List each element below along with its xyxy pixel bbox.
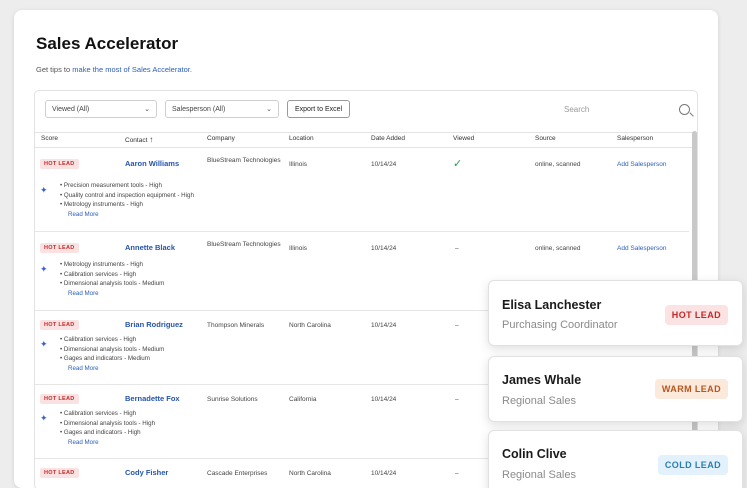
contact-link[interactable]: Bernadette Fox <box>125 394 180 403</box>
interest-item: Gages and indicators - High <box>60 428 155 438</box>
read-more-link[interactable]: Read More <box>60 364 164 374</box>
viewed-cell: – <box>455 245 459 252</box>
date-cell: 10/14/24 <box>371 396 397 403</box>
location-cell: California <box>289 396 317 403</box>
interest-item: Dimensional analysis tools - High <box>60 419 155 429</box>
date-cell: 10/14/24 <box>371 470 397 477</box>
interest-list: Calibration services - High Dimensional … <box>60 335 164 373</box>
column-header-viewed[interactable]: Viewed <box>453 135 474 142</box>
contact-link[interactable]: Cody Fisher <box>125 468 168 477</box>
column-header-contact[interactable]: Contact ↑ <box>125 135 153 144</box>
hot-lead-badge: HOT LEAD <box>40 243 79 253</box>
interest-item: Precision measurement tools - High <box>60 181 194 191</box>
location-cell: Illinois <box>289 161 308 168</box>
company-cell: Thompson Minerals <box>207 322 265 329</box>
read-more-link[interactable]: Read More <box>60 289 164 299</box>
viewed-cell: – <box>455 470 459 477</box>
hot-lead-badge: HOT LEAD <box>664 305 728 325</box>
contact-link[interactable]: Aaron Williams <box>125 159 179 168</box>
filter-bar: Viewed (All) ⌄ Salesperson (All) ⌄ Expor… <box>45 100 351 118</box>
column-header-location[interactable]: Location <box>289 135 314 142</box>
column-header-score[interactable]: Score <box>41 135 58 142</box>
lead-card[interactable]: Colin Clive Regional Sales COLD LEAD <box>488 430 743 488</box>
hot-lead-badge: HOT LEAD <box>40 159 79 169</box>
lead-name: Elisa Lanchester <box>502 298 602 312</box>
column-header-salesperson[interactable]: Salesperson <box>617 135 653 142</box>
date-cell: 10/14/24 <box>371 245 397 252</box>
read-more-link[interactable]: Read More <box>60 438 155 448</box>
tips-link[interactable]: make the most of Sales Accelerator <box>72 65 190 74</box>
viewed-filter-select[interactable]: Viewed (All) ⌄ <box>45 100 157 118</box>
interest-item: Dimensional analysis tools - Medium <box>60 279 164 289</box>
company-cell: BlueStream Technologies <box>207 157 281 164</box>
interest-item: Dimensional analysis tools - Medium <box>60 345 164 355</box>
column-header-source[interactable]: Source <box>535 135 556 142</box>
sort-arrow-icon: ↑ <box>149 135 154 144</box>
lead-card[interactable]: James Whale Regional Sales WARM LEAD <box>488 356 743 422</box>
search-placeholder: Search <box>564 104 590 114</box>
interest-item: Calibration services - High <box>60 409 155 419</box>
tips-prefix: Get tips to <box>36 65 73 74</box>
interest-list: Metrology instruments - High Calibration… <box>60 260 164 298</box>
lead-card[interactable]: Elisa Lanchester Purchasing Coordinator … <box>488 280 743 346</box>
lead-role: Purchasing Coordinator <box>502 319 618 331</box>
viewed-cell: – <box>455 396 459 403</box>
lead-name: James Whale <box>502 373 582 387</box>
lead-name: Colin Clive <box>502 447 567 461</box>
search-input[interactable]: Search <box>550 100 690 118</box>
date-cell: 10/14/24 <box>371 322 397 329</box>
lead-role: Regional Sales <box>502 395 576 407</box>
viewed-cell: – <box>455 322 459 329</box>
cold-lead-badge: COLD LEAD <box>657 455 728 475</box>
contact-link[interactable]: Annette Black <box>125 243 175 252</box>
add-salesperson-link[interactable]: Add Salesperson <box>617 160 667 170</box>
chevron-down-icon: ⌄ <box>266 106 272 113</box>
page-title: Sales Accelerator <box>36 34 179 53</box>
interest-item: Calibration services - High <box>60 335 164 345</box>
lead-role: Regional Sales <box>502 469 576 481</box>
sparkle-icon: ✦ <box>40 413 48 423</box>
hot-lead-badge: HOT LEAD <box>40 468 79 478</box>
source-cell: online, scanned <box>535 161 581 168</box>
check-icon: ✓ <box>453 158 463 170</box>
salesperson-filter-label: Salesperson (All) <box>172 105 226 113</box>
hot-lead-badge: HOT LEAD <box>40 394 79 404</box>
interest-item: Calibration services - High <box>60 270 164 280</box>
interest-item: Quality control and inspection equipment… <box>60 191 194 201</box>
table-row[interactable]: HOT LEAD Aaron Williams BlueStream Techn… <box>35 148 689 232</box>
viewed-filter-label: Viewed (All) <box>52 105 90 113</box>
contact-link[interactable]: Brian Rodriguez <box>125 320 183 329</box>
interest-item: Gages and indicators - Medium <box>60 354 164 364</box>
company-cell: Sunrise Solutions <box>207 396 258 403</box>
interest-item: Metrology instruments - High <box>60 200 194 210</box>
add-salesperson-link[interactable]: Add Salesperson <box>617 244 667 254</box>
column-header-company[interactable]: Company <box>207 135 235 142</box>
divider <box>35 132 697 133</box>
hot-lead-badge: HOT LEAD <box>40 320 79 330</box>
location-cell: North Carolina <box>289 470 331 477</box>
sparkle-icon: ✦ <box>40 339 48 349</box>
export-excel-button[interactable]: Export to Excel <box>287 100 351 118</box>
warm-lead-badge: WARM LEAD <box>654 379 728 399</box>
read-more-link[interactable]: Read More <box>60 210 194 220</box>
tips-suffix: . <box>189 65 192 74</box>
date-cell: 10/14/24 <box>371 161 397 168</box>
search-icon[interactable] <box>679 103 690 115</box>
chevron-down-icon: ⌄ <box>144 106 150 113</box>
column-header-date-added[interactable]: Date Added <box>371 135 405 142</box>
salesperson-filter-select[interactable]: Salesperson (All) ⌄ <box>165 100 279 118</box>
location-cell: North Carolina <box>289 322 331 329</box>
interest-list: Calibration services - High Dimensional … <box>60 409 155 447</box>
interest-item: Metrology instruments - High <box>60 260 164 270</box>
company-cell: Cascade Enterprises <box>207 470 268 477</box>
location-cell: Illinois <box>289 245 308 252</box>
interest-list: Precision measurement tools - High Quali… <box>60 181 194 219</box>
company-cell: BlueStream Technologies <box>207 241 281 248</box>
source-cell: online, scanned <box>535 245 581 252</box>
sparkle-icon: ✦ <box>40 185 48 195</box>
tips-text: Get tips to make the most of Sales Accel… <box>36 65 192 74</box>
sparkle-icon: ✦ <box>40 264 48 274</box>
